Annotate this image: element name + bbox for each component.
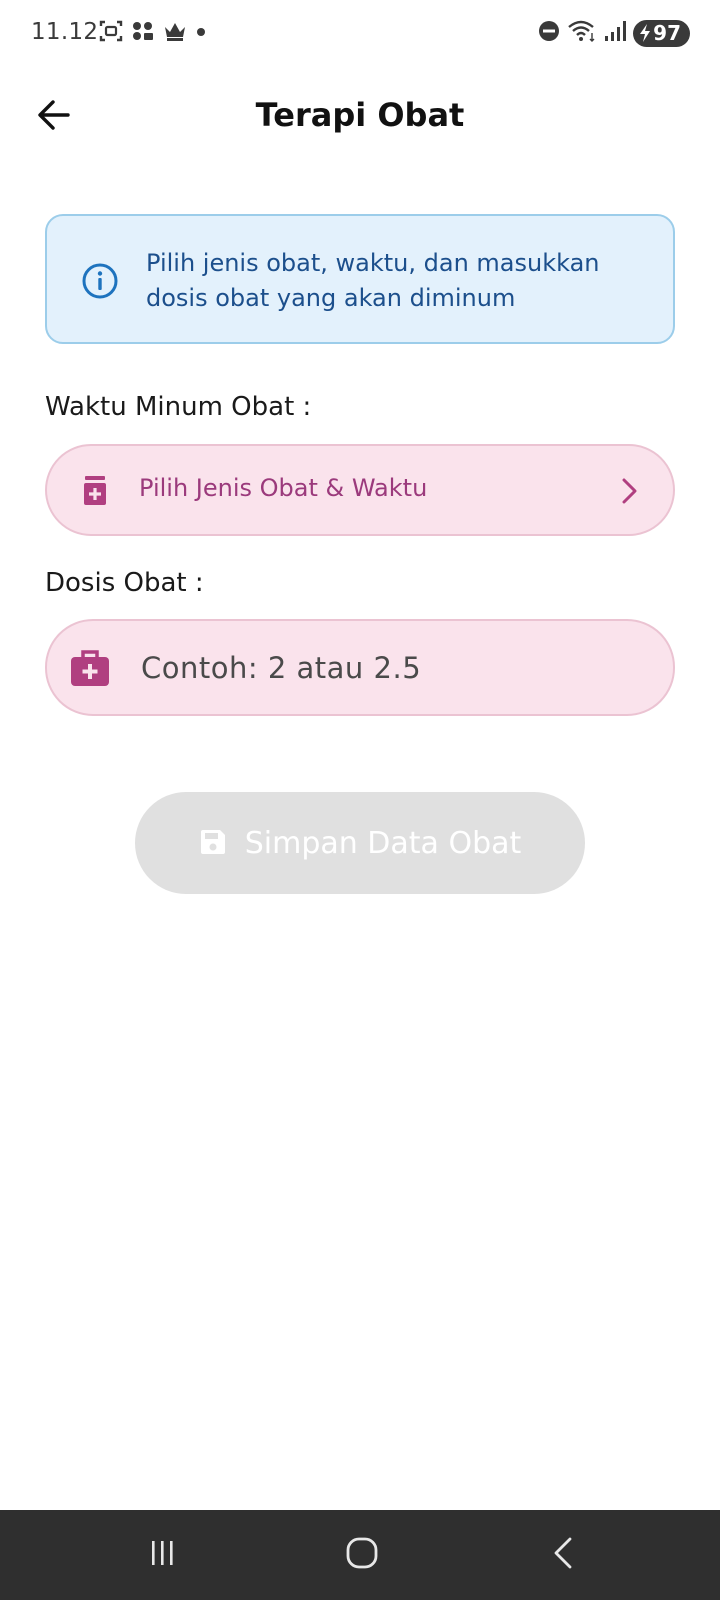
dose-input[interactable] — [139, 639, 639, 697]
dot-icon — [194, 19, 208, 47]
medicine-schedule-text: Pilih Jenis Obat & Waktu — [139, 474, 428, 502]
battery-level: 97 — [653, 21, 681, 45]
info-text: Pilih jenis obat, waktu, dan masukkan do… — [146, 249, 600, 312]
battery-icon: 97 — [633, 19, 690, 47]
save-icon — [199, 828, 227, 859]
status-system-icons: 97 — [537, 18, 690, 48]
status-notification-icons — [98, 20, 208, 46]
nav-back-button[interactable] — [534, 1530, 594, 1580]
signal-icon — [603, 19, 627, 47]
info-banner: Pilih jenis obat, waktu, dan masukkan do… — [45, 214, 675, 344]
medicine-bottle-icon — [83, 476, 107, 510]
save-button-label: Simpan Data Obat — [244, 825, 522, 861]
medicine-schedule-select[interactable]: Pilih Jenis Obat & Waktu — [45, 444, 675, 536]
dnd-icon — [537, 19, 561, 47]
back-icon — [550, 1536, 578, 1574]
home-button[interactable] — [332, 1530, 392, 1580]
save-button[interactable]: Simpan Data Obat — [135, 792, 585, 894]
page-title: Terapi Obat — [255, 96, 465, 134]
schedule-label: Waktu Minum Obat : — [45, 392, 312, 422]
app-header: Terapi Obat — [0, 80, 720, 156]
info-icon — [81, 262, 119, 300]
system-nav-bar — [0, 1510, 720, 1600]
crown-icon — [162, 19, 188, 47]
status-bar: 11.12 97 — [0, 0, 720, 66]
recent-apps-icon — [146, 1538, 178, 1572]
home-icon — [345, 1536, 379, 1574]
status-time: 11.12 — [31, 19, 99, 45]
people-icon — [130, 19, 156, 47]
screenshot-icon — [98, 19, 124, 47]
wifi-icon — [567, 19, 597, 47]
medical-bag-icon — [70, 649, 110, 691]
recent-apps-button[interactable] — [132, 1530, 192, 1580]
dose-label: Dosis Obat : — [45, 568, 204, 598]
dose-field[interactable] — [45, 619, 675, 716]
chevron-right-icon — [617, 476, 641, 506]
